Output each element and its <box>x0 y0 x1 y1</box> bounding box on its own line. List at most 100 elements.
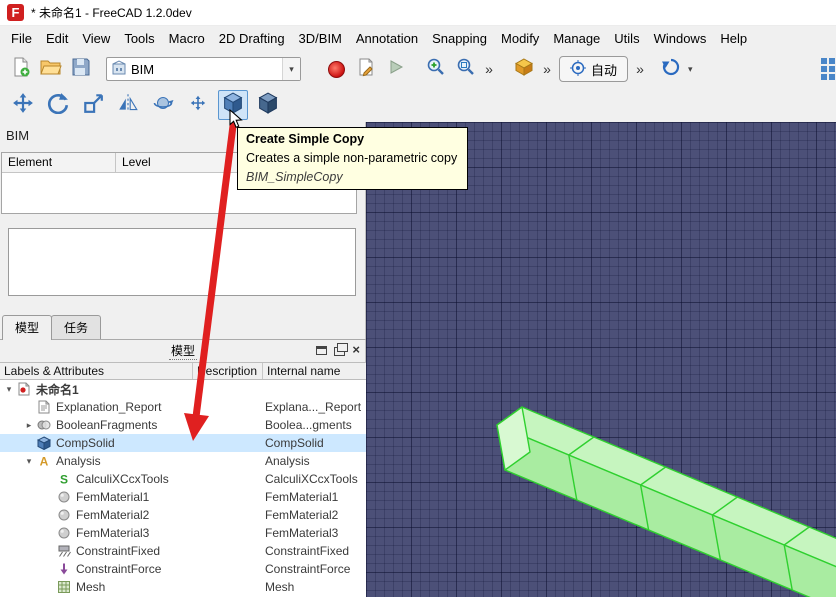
tree-row-material-3[interactable]: FemMaterial3 FemMaterial3 <box>0 524 366 542</box>
tree-item-label: CompSolid <box>56 436 115 450</box>
create-simple-copy-button[interactable] <box>218 90 248 120</box>
open-folder-icon <box>40 57 62 82</box>
dock-tabs: 模型 任务 <box>2 317 100 340</box>
bim-info-box <box>8 228 356 296</box>
tree-item-internal: CompSolid <box>265 436 324 450</box>
document-icon <box>16 382 32 397</box>
menu-edit[interactable]: Edit <box>39 28 75 49</box>
grid-icon <box>820 68 836 85</box>
orbit-button[interactable] <box>148 90 178 120</box>
tree-item-internal: Mesh <box>265 580 294 594</box>
save-button[interactable] <box>66 54 96 84</box>
tab-tasks[interactable]: 任务 <box>51 315 101 340</box>
tree-row-material-2[interactable]: FemMaterial2 FemMaterial2 <box>0 506 366 524</box>
column-internal-name[interactable]: Internal name <box>263 363 366 379</box>
rotate-icon <box>47 92 69 119</box>
constraint-force-icon <box>56 562 72 577</box>
tree-row-document[interactable]: ▾ 未命名1 <box>0 380 366 398</box>
array-move-icon <box>190 95 206 116</box>
toolbar-overflow-icon[interactable]: » <box>632 61 648 77</box>
isometric-view-button[interactable] <box>509 54 539 84</box>
tree-row-constraint-fixed[interactable]: ConstraintFixed ConstraintFixed <box>0 542 366 560</box>
edit-macro-button[interactable] <box>351 54 381 84</box>
play-icon <box>387 58 405 81</box>
chevron-down-icon[interactable]: ▾ <box>282 58 300 80</box>
run-macro-button[interactable] <box>381 54 411 84</box>
tree-row-explanation-report[interactable]: Explanation_Report Explana..._Report <box>0 398 366 416</box>
edit-macro-icon <box>356 57 376 82</box>
auto-working-plane-button[interactable]: 自动 <box>559 56 628 82</box>
expand-icon[interactable]: ▸ <box>22 420 36 431</box>
column-element[interactable]: Element <box>2 153 116 172</box>
rotate-button[interactable] <box>43 90 73 120</box>
tree-item-label: FemMaterial3 <box>76 526 149 540</box>
tree-item-label: FemMaterial1 <box>76 490 149 504</box>
material-sphere-icon <box>56 490 72 505</box>
tooltip-command: BIM_SimpleCopy <box>246 170 459 184</box>
menu-annotation[interactable]: Annotation <box>349 28 425 49</box>
move-button[interactable] <box>8 90 38 120</box>
tree-row-calculix[interactable]: S CalculiXCcxTools CalculiXCcxTools <box>0 470 366 488</box>
menu-modify[interactable]: Modify <box>494 28 546 49</box>
zoom-in-button[interactable] <box>421 54 451 84</box>
new-file-icon <box>11 57 31 82</box>
column-description[interactable]: Description <box>193 363 263 379</box>
tree-row-mesh[interactable]: Mesh Mesh <box>0 578 366 596</box>
collapse-icon[interactable]: ▾ <box>22 456 36 467</box>
dock-minimize-icon[interactable] <box>316 346 327 355</box>
column-labels-attributes[interactable]: Labels & Attributes <box>0 363 193 379</box>
constraint-fixed-icon <box>56 544 72 559</box>
open-file-button[interactable] <box>36 54 66 84</box>
sync-view-button[interactable] <box>656 54 686 84</box>
save-icon <box>71 57 91 82</box>
menu-tools[interactable]: Tools <box>117 28 161 49</box>
mirror-button[interactable] <box>113 90 143 120</box>
record-icon <box>328 61 345 78</box>
freecad-window: F * 未命名1 - FreeCAD 1.2.0dev File Edit Vi… <box>0 0 836 597</box>
menu-file[interactable]: File <box>4 28 39 49</box>
menu-2d-drafting[interactable]: 2D Drafting <box>212 28 292 49</box>
tree-row-material-1[interactable]: FemMaterial1 FemMaterial1 <box>0 488 366 506</box>
menu-manage[interactable]: Manage <box>546 28 607 49</box>
array-button[interactable] <box>183 90 213 120</box>
collapse-icon[interactable]: ▾ <box>2 384 16 395</box>
tree-row-compsolid[interactable]: CompSolid CompSolid <box>0 434 366 452</box>
menu-utils[interactable]: Utils <box>607 28 646 49</box>
menu-bar: File Edit View Tools Macro 2D Drafting 3… <box>0 26 836 50</box>
make-compound-button[interactable] <box>253 90 283 120</box>
tab-model[interactable]: 模型 <box>2 315 52 340</box>
tree-item-internal: FemMaterial1 <box>265 490 338 504</box>
green-beam-model[interactable] <box>366 122 836 597</box>
tree-row-constraint-force[interactable]: ConstraintForce ConstraintForce <box>0 560 366 578</box>
menu-snapping[interactable]: Snapping <box>425 28 494 49</box>
svg-text:S: S <box>60 473 68 487</box>
record-macro-button[interactable] <box>321 54 351 84</box>
menu-3d-bim[interactable]: 3D/BIM <box>292 28 349 49</box>
workbench-selector[interactable]: BIM ▾ <box>106 57 301 81</box>
toolbar-overflow-icon[interactable]: » <box>539 61 555 77</box>
workbench-selector-value: BIM <box>127 62 282 77</box>
menu-view[interactable]: View <box>75 28 117 49</box>
report-icon <box>36 400 52 415</box>
toolbar-overflow-icon[interactable]: » <box>481 61 497 77</box>
menu-macro[interactable]: Macro <box>162 28 212 49</box>
3d-viewport[interactable] <box>366 122 836 597</box>
rotate-left-icon <box>661 57 681 82</box>
tree-row-analysis[interactable]: ▾ A Analysis Analysis <box>0 452 366 470</box>
scale-button[interactable] <box>78 90 108 120</box>
dock-float-icon[interactable] <box>334 347 345 356</box>
grid-snap-button[interactable] <box>820 57 836 86</box>
tree-row-boolean-fragments[interactable]: ▸ BooleanFragments Boolea...gments <box>0 416 366 434</box>
menu-windows[interactable]: Windows <box>647 28 714 49</box>
working-plane-icon <box>570 60 586 79</box>
zoom-selection-button[interactable] <box>451 54 481 84</box>
tooltip-title: Create Simple Copy <box>246 132 459 146</box>
menu-help[interactable]: Help <box>713 28 754 49</box>
tree-item-label: Explanation_Report <box>56 400 161 414</box>
dock-close-icon[interactable]: × <box>352 344 360 356</box>
tree-header: Labels & Attributes Description Internal… <box>0 362 366 380</box>
new-file-button[interactable] <box>6 54 36 84</box>
model-tree: ▾ 未命名1 Explanation_Report Explana..._Rep… <box>0 380 366 597</box>
tree-item-internal: FemMaterial2 <box>265 508 338 522</box>
chevron-down-icon[interactable]: ▾ <box>688 64 693 75</box>
